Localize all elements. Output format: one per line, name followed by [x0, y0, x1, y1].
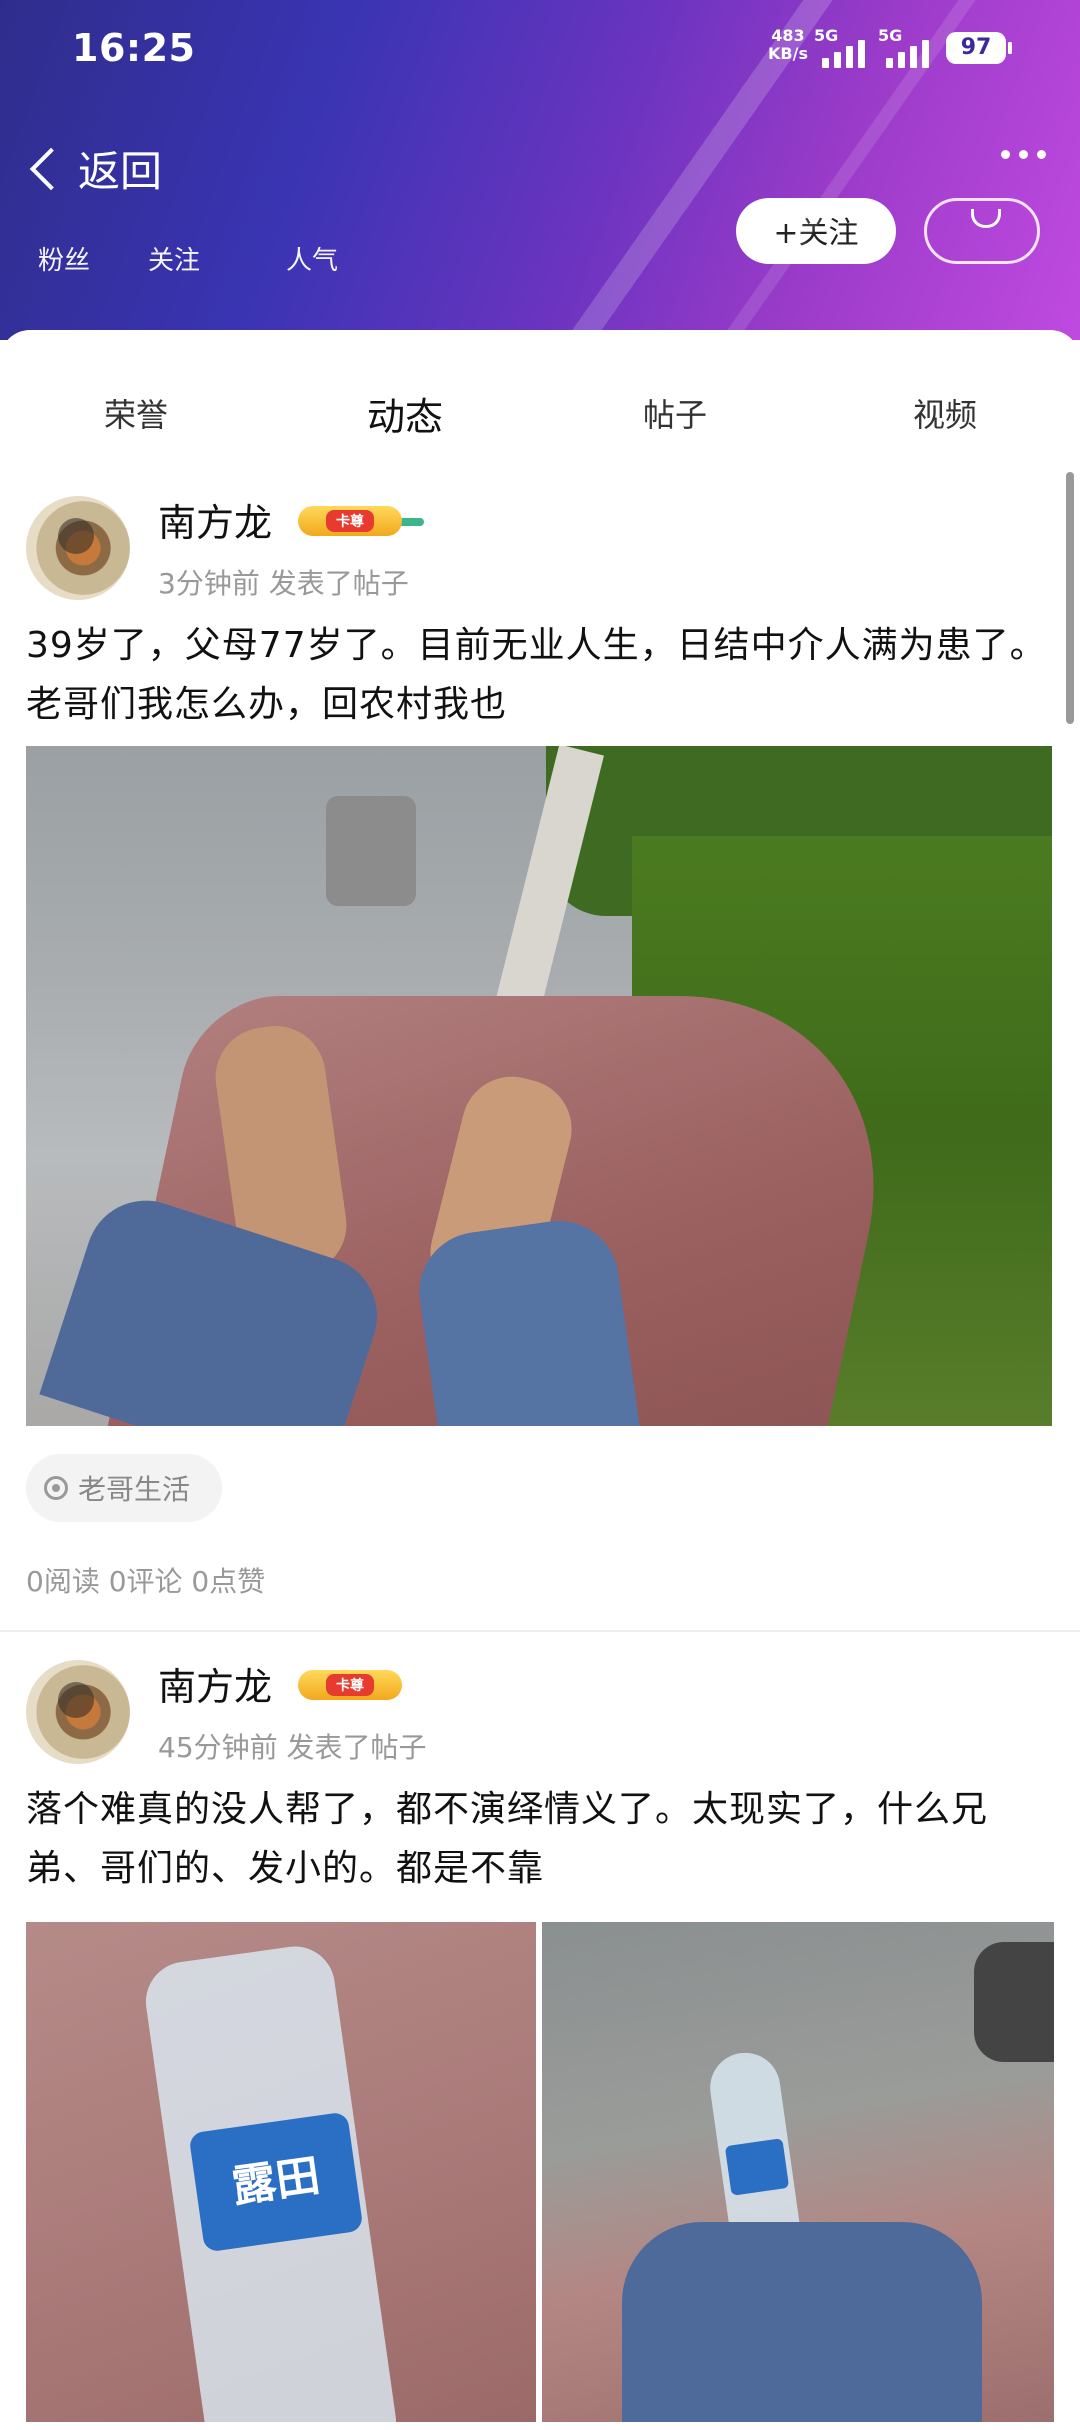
signal-icon-2: 5G: [878, 26, 929, 68]
back-label: 返回: [78, 147, 163, 196]
topic-icon: [44, 1476, 68, 1500]
profile-header: 16:25 483 KB/s 5G 5G 97 返回 粉丝 关注 人气 +关注: [0, 0, 1080, 340]
bottle-brand-label: 露田: [188, 2111, 364, 2253]
stat-following[interactable]: 关注: [148, 240, 200, 277]
battery-icon: 97: [946, 32, 1012, 64]
network-speed-unit: KB/s: [768, 44, 808, 63]
post-meta: 3分钟前 发表了帖子: [158, 567, 409, 600]
post-text[interactable]: 落个难真的没人帮了，都不演绎情义了。太现实了，什么兄弟、哥们的、发小的。都是不靠: [26, 1780, 1056, 1898]
vip-badge: 卡尊: [298, 506, 402, 536]
status-time: 16:25: [72, 26, 196, 70]
vip-badge: 卡尊: [298, 1670, 402, 1700]
avatar[interactable]: [26, 1660, 130, 1764]
message-button[interactable]: [924, 198, 1040, 264]
divider: [0, 1630, 1080, 1632]
signal-icon: 5G: [814, 26, 865, 68]
author-name[interactable]: 南方龙: [158, 1656, 272, 1711]
scrollbar[interactable]: [1066, 472, 1074, 724]
topic-tag[interactable]: 老哥生活: [26, 1454, 222, 1522]
message-icon: [971, 209, 1001, 228]
back-button[interactable]: 返回: [28, 138, 162, 199]
tab-videos[interactable]: 视频: [913, 390, 977, 436]
chevron-left-icon: [29, 147, 73, 190]
follow-button[interactable]: +关注: [736, 198, 896, 264]
avatar[interactable]: [26, 496, 130, 600]
post-image[interactable]: [542, 1922, 1054, 2422]
more-options-icon[interactable]: [1001, 150, 1046, 159]
vip-badge-label: 卡尊: [326, 1674, 374, 1696]
post-meta: 45分钟前 发表了帖子: [158, 1731, 427, 1764]
profile-stats: 粉丝 关注 人气: [38, 240, 396, 277]
tab-posts[interactable]: 帖子: [643, 390, 707, 436]
topic-label: 老哥生活: [78, 1473, 191, 1506]
author-name[interactable]: 南方龙: [158, 492, 272, 547]
network-speed-value: 483: [771, 26, 805, 45]
status-bar: 16:25 483 KB/s 5G 5G 97: [0, 0, 1080, 100]
network-speed: 483 KB/s: [768, 27, 808, 63]
tab-bar: 荣誉 动态 帖子 视频: [0, 390, 1080, 526]
stat-fans[interactable]: 粉丝: [38, 240, 90, 277]
stat-popularity: 人气: [286, 246, 339, 276]
post-image[interactable]: [26, 746, 1052, 1426]
post-text[interactable]: 39岁了，父母77岁了。目前无业人生，日结中介人满为患了。老哥们我怎么办，回农村…: [26, 616, 1056, 734]
vip-badge-label: 卡尊: [326, 510, 374, 532]
tab-activity[interactable]: 动态: [367, 386, 443, 441]
post-image[interactable]: 露田: [26, 1922, 536, 2422]
tab-honor[interactable]: 荣誉: [104, 390, 168, 436]
post-stats: 0阅读 0评论 0点赞: [26, 1565, 266, 1598]
